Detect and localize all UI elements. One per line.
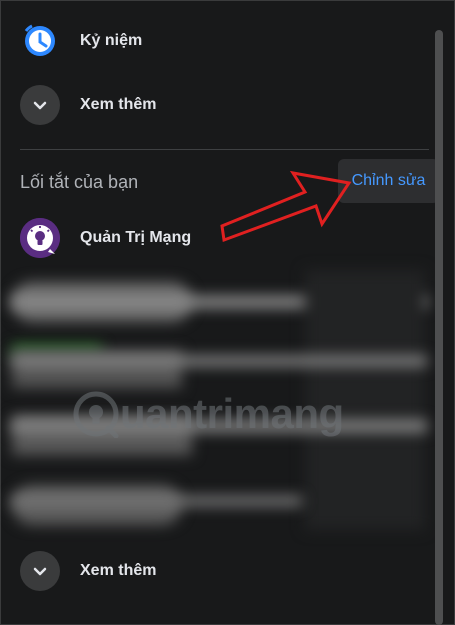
watermark-lightbulb-icon xyxy=(73,391,119,438)
see-more-button[interactable]: Xem thêm xyxy=(20,85,156,125)
shortcuts-title: Lối tắt của bạn xyxy=(20,172,139,192)
see-more-shortcuts-button[interactable]: Xem thêm xyxy=(20,551,156,591)
lightbulb-icon xyxy=(20,218,60,258)
shortcut-label: Quản Trị Mạng xyxy=(80,229,192,246)
chevron-down-icon xyxy=(20,551,60,591)
see-more-label: Xem thêm xyxy=(80,562,157,579)
shortcut-item[interactable]: Quản Trị Mạng xyxy=(20,218,191,258)
sidebar-item-memories[interactable]: Kỷ niệm xyxy=(20,21,142,61)
sidebar-item-label: Kỷ niệm xyxy=(80,32,143,49)
chevron-down-icon xyxy=(20,85,60,125)
watermark-text: uantrimang xyxy=(120,390,344,437)
clock-icon xyxy=(20,21,60,61)
edit-shortcuts-button[interactable]: Chỉnh sửa xyxy=(338,159,439,203)
watermark: uantrimang xyxy=(72,390,344,438)
see-more-label: Xem thêm xyxy=(80,96,157,113)
divider xyxy=(20,149,429,150)
scrollbar[interactable] xyxy=(435,30,443,625)
